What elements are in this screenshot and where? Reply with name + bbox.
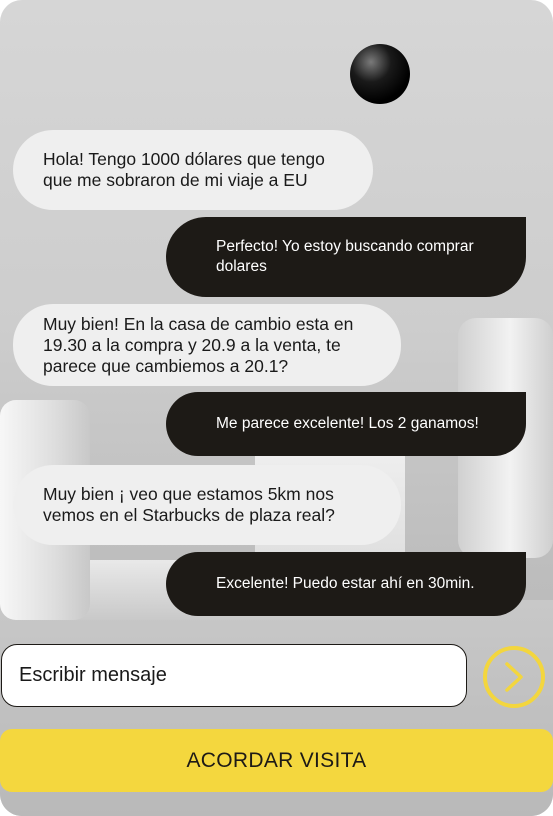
message-outgoing: Perfecto! Yo estoy buscando comprar dola… bbox=[166, 217, 526, 297]
message-text: Hola! Tengo 1000 dólares que tengo que m… bbox=[43, 149, 325, 190]
message-input[interactable] bbox=[17, 663, 451, 688]
message-text: Me parece excelente! Los 2 ganamos! bbox=[216, 415, 479, 432]
message-incoming: Muy bien ¡ veo que estamos 5km nos vemos… bbox=[13, 465, 401, 545]
message-incoming: Muy bien! En la casa de cambio esta en 1… bbox=[13, 304, 401, 386]
message-text: Excelente! Puedo estar ahí en 30min. bbox=[216, 575, 475, 592]
message-incoming: Hola! Tengo 1000 dólares que tengo que m… bbox=[13, 130, 373, 210]
message-text: Muy bien ¡ veo que estamos 5km nos vemos… bbox=[43, 484, 335, 525]
message-outgoing: Excelente! Puedo estar ahí en 30min. bbox=[166, 552, 526, 616]
send-button[interactable] bbox=[483, 646, 545, 708]
chat-screen: Hola! Tengo 1000 dólares que tengo que m… bbox=[0, 0, 553, 816]
schedule-visit-button[interactable]: ACORDAR VISITA bbox=[0, 729, 553, 792]
message-text: Muy bien! En la casa de cambio esta en 1… bbox=[43, 313, 354, 376]
message-composer bbox=[1, 644, 467, 707]
message-outgoing: Me parece excelente! Los 2 ganamos! bbox=[166, 392, 526, 456]
message-text: Perfecto! Yo estoy buscando comprar dola… bbox=[216, 238, 474, 275]
background-sphere bbox=[350, 44, 410, 104]
chevron-right-icon bbox=[505, 662, 523, 692]
